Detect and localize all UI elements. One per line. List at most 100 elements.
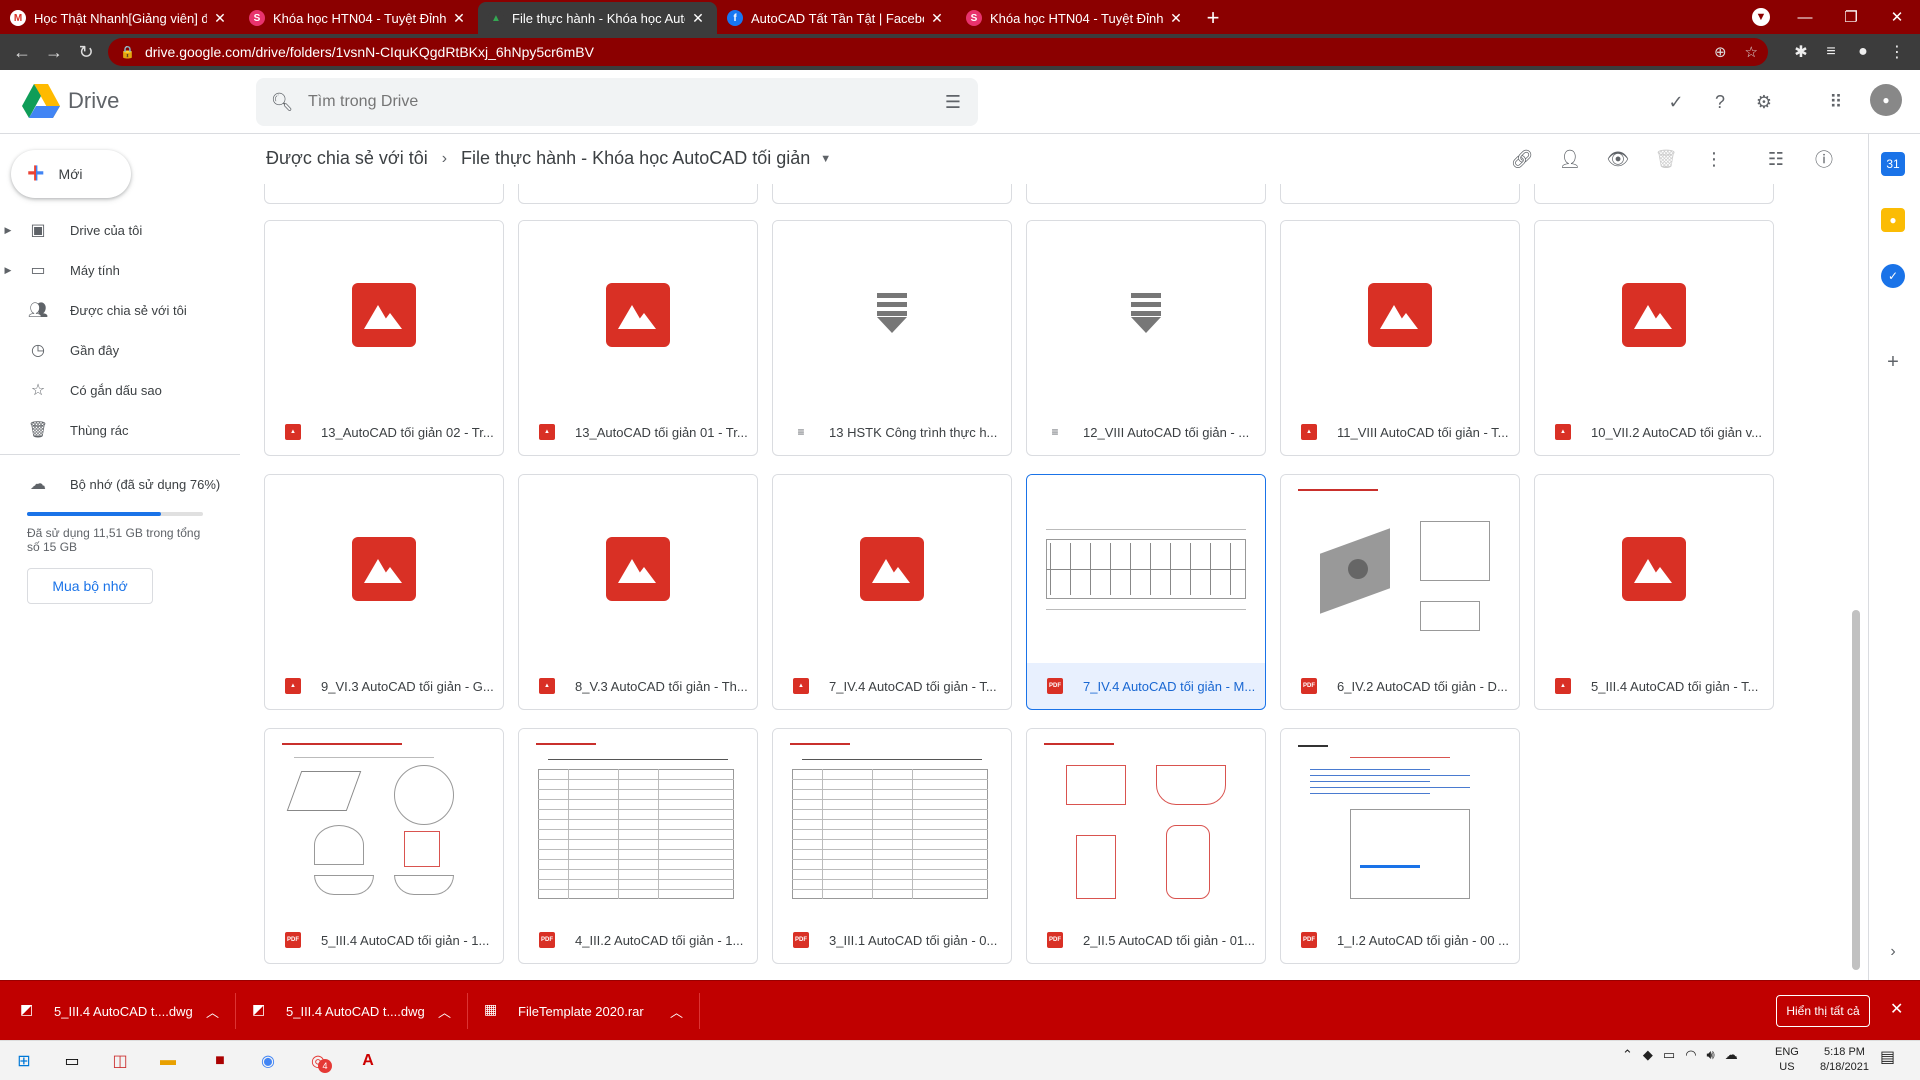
file-footer[interactable]: ▲ 7_IV.4 AutoCAD tối giản - T... <box>773 663 1011 709</box>
chevron-down-icon[interactable]: ▼ <box>820 153 831 165</box>
chrome-icon[interactable]: ◉ <box>252 1045 284 1077</box>
file-footer[interactable]: PDF 4_III.2 AutoCAD tối giản - 1... <box>519 917 757 963</box>
browser-tab[interactable]: M Học Thật Nhanh[Giảng viên] đã ✕ <box>0 2 239 34</box>
file-thumbnail[interactable] <box>773 729 1011 917</box>
forward-icon[interactable]: → <box>38 34 70 70</box>
file-card[interactable]: PDF 1_I.2 AutoCAD tối giản - 00 ... <box>1280 728 1520 964</box>
expand-caret-icon[interactable]: ▶ <box>0 225 16 236</box>
drive-logo-icon[interactable] <box>22 84 60 118</box>
profile-icon[interactable]: ▼ <box>1752 8 1770 26</box>
file-footer[interactable]: PDF 6_IV.2 AutoCAD tối giản - D... <box>1281 663 1519 709</box>
restore-button[interactable]: ❐ <box>1828 0 1874 34</box>
browser-tab[interactable]: S Khóa học HTN04 - Tuyệt Đỉnh Au ✕ <box>239 2 478 34</box>
user-avatar-icon[interactable]: ● <box>1848 34 1878 70</box>
search-input[interactable] <box>308 93 928 111</box>
file-thumbnail[interactable] <box>1027 729 1265 917</box>
apps-grid-icon[interactable]: ⠿ <box>1818 84 1854 120</box>
bookmark-star-icon[interactable]: ☆ <box>1745 43 1758 61</box>
file-card[interactable]: PDF 5_III.4 AutoCAD tối giản - 1... <box>264 728 504 964</box>
file-footer[interactable]: ≡ 12_VIII AutoCAD tối giản - ... <box>1027 409 1265 455</box>
file-footer[interactable]: ▲ 11_VIII AutoCAD tối giản - T... <box>1281 409 1519 455</box>
file-card-partial[interactable] <box>1026 184 1266 204</box>
file-card[interactable]: ▲ 13_AutoCAD tối giản 01 - Tr... <box>518 220 758 456</box>
file-footer[interactable]: ▲ 8_V.3 AutoCAD tối giản - Th... <box>519 663 757 709</box>
file-card[interactable]: ▲ 13_AutoCAD tối giản 02 - Tr... <box>264 220 504 456</box>
dropbox-icon[interactable]: ◆ <box>1643 1047 1653 1063</box>
back-icon[interactable]: ← <box>6 34 38 70</box>
new-button[interactable]: + Mới <box>11 150 131 198</box>
sidebar-item[interactable]: ▶ ▭ Máy tính <box>0 250 240 290</box>
minimize-button[interactable]: — <box>1782 0 1828 34</box>
content-scrollbar[interactable] <box>1852 610 1860 970</box>
search-icon[interactable]: 🔍︎ <box>256 92 308 113</box>
sidebar-item[interactable]: ▶ ▣ Drive của tôi <box>0 210 240 250</box>
clock[interactable]: 5:18 PM 8/18/2021 <box>1820 1045 1869 1075</box>
sidebar-item[interactable]: ◷ Gần đây <box>0 330 240 370</box>
file-thumbnail[interactable] <box>1027 221 1265 409</box>
drive-brand[interactable]: Drive <box>68 88 119 114</box>
help-icon[interactable]: ? <box>1702 84 1738 120</box>
file-card-partial[interactable] <box>518 184 758 204</box>
download-item[interactable]: ◩ 5_III.4 AutoCAD t....dwg ︿ <box>6 993 236 1029</box>
file-thumbnail[interactable] <box>519 221 757 409</box>
preview-eye-icon[interactable]: 👁︎ <box>1600 141 1636 177</box>
link-icon[interactable]: 🔗︎ <box>1504 141 1540 177</box>
reading-list-icon[interactable]: ≡ <box>1816 34 1846 70</box>
file-thumbnail[interactable] <box>1535 475 1773 663</box>
file-thumbnail[interactable] <box>1027 475 1265 663</box>
file-footer[interactable]: ▲ 10_VII.2 AutoCAD tối giản v... <box>1535 409 1773 455</box>
account-avatar[interactable]: ● <box>1870 84 1902 116</box>
file-thumbnail[interactable] <box>1281 221 1519 409</box>
file-card[interactable]: ▲ 7_IV.4 AutoCAD tối giản - T... <box>772 474 1012 710</box>
file-card-partial[interactable] <box>1534 184 1774 204</box>
browser-menu-icon[interactable]: ⋮ <box>1882 34 1912 70</box>
file-thumbnail[interactable] <box>1281 729 1519 917</box>
download-item[interactable]: ◩ 5_III.4 AutoCAD t....dwg ︿ <box>238 993 468 1029</box>
file-card[interactable]: ≡ 12_VIII AutoCAD tối giản - ... <box>1026 220 1266 456</box>
battery-icon[interactable]: ▭ <box>1663 1047 1675 1063</box>
task-view-icon[interactable]: ▭ <box>56 1045 88 1077</box>
tab-close-icon[interactable]: ✕ <box>928 10 946 27</box>
file-footer[interactable]: ▲ 13_AutoCAD tối giản 01 - Tr... <box>519 409 757 455</box>
file-footer[interactable]: PDF 3_III.1 AutoCAD tối giản - 0... <box>773 917 1011 963</box>
tab-close-icon[interactable]: ✕ <box>211 10 229 27</box>
cloud-sync-icon[interactable]: ☁ <box>1725 1047 1738 1063</box>
file-card[interactable]: PDF 3_III.1 AutoCAD tối giản - 0... <box>772 728 1012 964</box>
install-icon[interactable]: ⊕ <box>1714 43 1727 61</box>
browser-tab[interactable]: f AutoCAD Tất Tần Tật | Facebook ✕ <box>717 2 956 34</box>
list-view-icon[interactable]: ☷ <box>1758 141 1794 177</box>
file-card[interactable]: ▲ 9_VI.3 AutoCAD tối giản - G... <box>264 474 504 710</box>
action-center-icon[interactable]: ▤ <box>1880 1047 1895 1067</box>
file-thumbnail[interactable] <box>265 729 503 917</box>
settings-gear-icon[interactable]: ⚙ <box>1746 84 1782 120</box>
tasks-icon[interactable]: ✓ <box>1881 264 1905 288</box>
file-footer[interactable]: PDF 1_I.2 AutoCAD tối giản - 00 ... <box>1281 917 1519 963</box>
tab-close-icon[interactable]: ✕ <box>450 10 468 27</box>
chevron-up-icon[interactable]: ︿ <box>206 1002 219 1021</box>
show-all-downloads-button[interactable]: Hiển thị tất cả <box>1776 995 1870 1027</box>
new-tab-button[interactable]: + <box>1195 2 1231 34</box>
language-indicator[interactable]: ENG US <box>1775 1045 1799 1075</box>
chevron-up-icon[interactable]: ︿ <box>670 1002 683 1021</box>
file-thumbnail[interactable] <box>773 221 1011 409</box>
volume-icon[interactable]: 🔊︎ <box>1707 1047 1715 1063</box>
breadcrumb-current[interactable]: File thực hành - Khóa học AutoCAD tối gi… <box>461 148 810 169</box>
file-thumbnail[interactable] <box>773 475 1011 663</box>
file-card-partial[interactable] <box>772 184 1012 204</box>
chevron-up-icon[interactable]: ︿ <box>438 1002 451 1021</box>
sidebar-item[interactable]: 🗑︎ Thùng rác <box>0 410 240 450</box>
file-card[interactable]: PDF 2_II.5 AutoCAD tối giản - 01... <box>1026 728 1266 964</box>
tab-close-icon[interactable]: ✕ <box>1167 10 1185 27</box>
buy-storage-button[interactable]: Mua bộ nhớ <box>27 568 153 604</box>
url-bar[interactable]: 🔒 drive.google.com/drive/folders/1vsnN-C… <box>108 38 1768 66</box>
sidebar-item[interactable]: 👥︎ Được chia sẻ với tôi <box>0 290 240 330</box>
app-icon[interactable]: ◫ <box>104 1045 136 1077</box>
file-card[interactable]: ▲ 10_VII.2 AutoCAD tối giản v... <box>1534 220 1774 456</box>
file-card-partial[interactable] <box>1280 184 1520 204</box>
wifi-icon[interactable]: ◠ <box>1685 1047 1696 1063</box>
file-card[interactable]: ▲ 11_VIII AutoCAD tối giản - T... <box>1280 220 1520 456</box>
file-card[interactable]: ≡ 13 HSTK Công trình thực h... <box>772 220 1012 456</box>
file-footer[interactable]: ▲ 13_AutoCAD tối giản 02 - Tr... <box>265 409 503 455</box>
file-card[interactable]: PDF 4_III.2 AutoCAD tối giản - 1... <box>518 728 758 964</box>
file-thumbnail[interactable] <box>1281 475 1519 663</box>
